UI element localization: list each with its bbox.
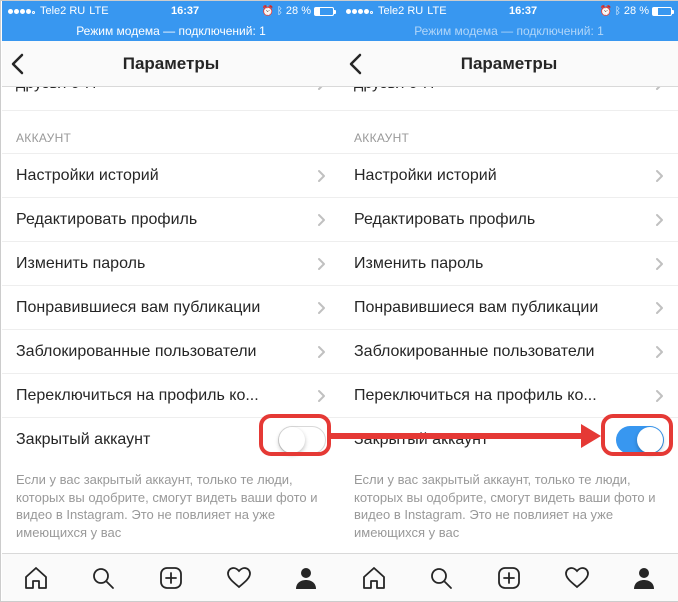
carrier-label: Tele2 RU [40, 5, 85, 17]
settings-list: друзья с тт АККАУНТ Настройки историй Ре… [2, 87, 340, 541]
chevron-right-icon [655, 389, 664, 403]
back-button[interactable] [10, 41, 24, 87]
status-bar: Tele2 RU LTE 16:37 ⏰ ᛒ 28 % [340, 1, 678, 21]
battery-icon [652, 7, 672, 16]
private-account-toggle[interactable] [278, 426, 326, 454]
status-bar: Tele2 RU LTE 16:37 ⏰ ᛒ 28 % [2, 1, 340, 21]
row-edit-profile[interactable]: Редактировать профиль [340, 197, 678, 241]
chevron-right-icon [655, 169, 664, 183]
tab-activity[interactable] [205, 554, 273, 601]
item-label: Изменить пароль [16, 255, 317, 273]
row-edit-profile[interactable]: Редактировать профиль [2, 197, 340, 241]
hotspot-banner[interactable]: Режим модема — подключений: 1 [2, 21, 340, 41]
chevron-right-icon [317, 345, 326, 359]
signal-dots-icon [8, 5, 36, 17]
tab-activity[interactable] [543, 554, 611, 601]
settings-list: друзья с тт АККАУНТ Настройки историй Ре… [340, 87, 678, 541]
chevron-right-icon [317, 389, 326, 403]
item-label: Понравившиеся вам публикации [354, 299, 655, 317]
item-label: Изменить пароль [354, 255, 655, 273]
item-label: друзья с тт [16, 87, 98, 93]
item-label: Переключиться на профиль ко... [16, 387, 317, 405]
chevron-right-icon [655, 301, 664, 315]
network-label: LTE [427, 5, 446, 17]
alarm-icon: ⏰ [261, 6, 273, 17]
tab-home[interactable] [340, 554, 408, 601]
hotspot-banner[interactable]: Режим модема — подключений: 1 [340, 21, 678, 41]
clock: 16:37 [109, 5, 262, 17]
item-label: Настройки историй [354, 167, 655, 185]
page-title: Параметры [340, 54, 678, 74]
tab-add[interactable] [475, 554, 543, 601]
item-label: Закрытый аккаунт [16, 431, 278, 449]
row-story-settings[interactable]: Настройки историй [2, 153, 340, 197]
chevron-right-icon [317, 257, 326, 271]
row-private-account: Закрытый аккаунт [340, 417, 678, 461]
screenshot-right: Tele2 RU LTE 16:37 ⏰ ᛒ 28 % Режим модема… [340, 1, 678, 601]
tab-profile[interactable] [272, 554, 340, 601]
row-story-settings[interactable]: Настройки историй [340, 153, 678, 197]
section-header-account: АККАУНТ [340, 111, 678, 153]
bluetooth-icon: ᛒ [277, 6, 283, 17]
chevron-right-icon [655, 87, 664, 91]
tab-search[interactable] [408, 554, 476, 601]
clock: 16:37 [447, 5, 600, 17]
row-switch-profile[interactable]: Переключиться на профиль ко... [2, 373, 340, 417]
helper-text: Если у вас закрытый аккаунт, только те л… [2, 461, 340, 541]
network-label: LTE [89, 5, 108, 17]
nav-bar: Параметры [2, 41, 340, 87]
row-change-password[interactable]: Изменить пароль [2, 241, 340, 285]
signal-dots-icon [346, 5, 374, 17]
row-switch-profile[interactable]: Переключиться на профиль ко... [340, 373, 678, 417]
list-item[interactable]: друзья с тт [340, 87, 678, 111]
bluetooth-icon: ᛒ [615, 6, 621, 17]
item-label: Закрытый аккаунт [354, 431, 616, 449]
chevron-right-icon [317, 169, 326, 183]
row-blocked-users[interactable]: Заблокированные пользователи [2, 329, 340, 373]
battery-icon [314, 7, 334, 16]
nav-bar: Параметры [340, 41, 678, 87]
item-label: Переключиться на профиль ко... [354, 387, 655, 405]
screenshot-left: Tele2 RU LTE 16:37 ⏰ ᛒ 28 % Режим модема… [2, 1, 340, 601]
alarm-icon: ⏰ [599, 6, 611, 17]
chevron-right-icon [317, 301, 326, 315]
row-change-password[interactable]: Изменить пароль [340, 241, 678, 285]
item-label: Редактировать профиль [354, 211, 655, 229]
back-button[interactable] [348, 41, 362, 87]
item-label: Настройки историй [16, 167, 317, 185]
item-label: Понравившиеся вам публикации [16, 299, 317, 317]
carrier-label: Tele2 RU [378, 5, 423, 17]
battery-percent: 28 % [286, 5, 311, 17]
chevron-right-icon [317, 87, 326, 91]
list-item[interactable]: друзья с тт [2, 87, 340, 111]
chevron-right-icon [655, 345, 664, 359]
item-label: Заблокированные пользователи [354, 343, 655, 361]
chevron-right-icon [655, 213, 664, 227]
row-liked-posts[interactable]: Понравившиеся вам публикации [2, 285, 340, 329]
private-account-toggle[interactable] [616, 426, 664, 454]
section-header-account: АККАУНТ [2, 111, 340, 153]
tab-search[interactable] [70, 554, 138, 601]
row-private-account: Закрытый аккаунт [2, 417, 340, 461]
row-blocked-users[interactable]: Заблокированные пользователи [340, 329, 678, 373]
item-label: Редактировать профиль [16, 211, 317, 229]
helper-text: Если у вас закрытый аккаунт, только те л… [340, 461, 678, 541]
tab-bar [2, 553, 340, 601]
item-label: Заблокированные пользователи [16, 343, 317, 361]
tab-bar [340, 553, 678, 601]
tab-home[interactable] [2, 554, 70, 601]
page-title: Параметры [2, 54, 340, 74]
battery-percent: 28 % [624, 5, 649, 17]
chevron-right-icon [655, 257, 664, 271]
tab-add[interactable] [137, 554, 205, 601]
chevron-right-icon [317, 213, 326, 227]
row-liked-posts[interactable]: Понравившиеся вам публикации [340, 285, 678, 329]
item-label: друзья с тт [354, 87, 436, 93]
tab-profile[interactable] [610, 554, 678, 601]
